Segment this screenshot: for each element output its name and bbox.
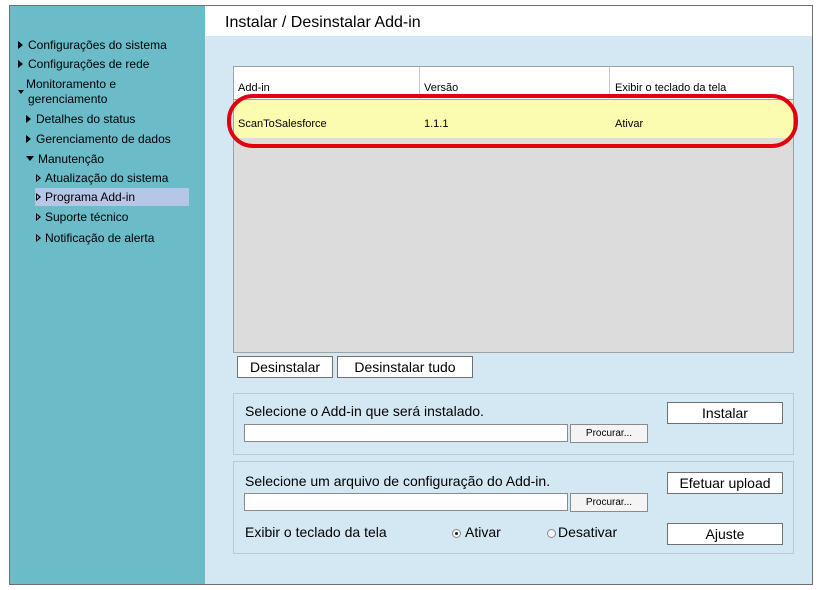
- install-file-field[interactable]: [244, 424, 568, 442]
- keyboard-on-radio[interactable]: [452, 529, 461, 538]
- column-header-addin: Add-in: [238, 82, 270, 94]
- uninstall-button[interactable]: Desinstalar: [237, 356, 333, 378]
- triangle-right-icon: [18, 60, 23, 68]
- triangle-right-icon: [26, 115, 31, 123]
- title-bar: Instalar / Desinstalar Add-in: [205, 6, 812, 36]
- install-browse-button[interactable]: Procurar...: [570, 424, 648, 443]
- adjust-button[interactable]: Ajuste: [667, 523, 783, 545]
- sidebar-item-label: Atualização do sistema: [45, 171, 169, 185]
- main-content: Instalar / Desinstalar Add-in Add-in Ver…: [205, 6, 812, 584]
- install-panel: Selecione o Add-in que será instalado. P…: [233, 393, 794, 455]
- triangle-right-icon: [26, 135, 31, 143]
- sidebar-item-label: Configurações de rede: [28, 57, 150, 71]
- sidebar-item-maintenance[interactable]: Manutenção: [26, 152, 104, 166]
- sidebar-item-data-management[interactable]: Gerenciamento de dados: [26, 132, 171, 146]
- sidebar-item-label: Configurações do sistema: [28, 38, 167, 52]
- page-title: Instalar / Desinstalar Add-in: [225, 14, 421, 31]
- sidebar-item-label: Notificação de alerta: [45, 231, 155, 245]
- config-panel: Selecione um arquivo de configuração do …: [233, 461, 794, 554]
- sidebar-item-addin-program[interactable]: Programa Add-in: [35, 188, 189, 206]
- sidebar-item-label: gerenciamento: [28, 92, 108, 106]
- column-header-keyboard: Exibir o teclado da tela: [615, 82, 727, 94]
- config-file-field[interactable]: [244, 493, 568, 511]
- keyboard-label: Exibir o teclado da tela: [245, 524, 387, 540]
- keyboard-off-radio[interactable]: [547, 529, 556, 538]
- triangle-outline-icon: [36, 234, 41, 242]
- config-browse-button[interactable]: Procurar...: [570, 493, 648, 512]
- keyboard-on-label[interactable]: Ativar: [465, 524, 501, 540]
- sidebar: Configurações do sistema Configurações d…: [10, 6, 205, 584]
- highlight-ring: [227, 94, 798, 148]
- triangle-outline-icon: [36, 213, 41, 221]
- sidebar-item-alert-notification[interactable]: Notificação de alerta: [36, 231, 154, 245]
- sidebar-item-label: Programa Add-in: [45, 190, 136, 204]
- app-frame: Configurações do sistema Configurações d…: [9, 5, 813, 585]
- triangle-outline-icon: [36, 193, 41, 201]
- sidebar-item-label: Monitoramento e: [26, 77, 117, 91]
- install-button[interactable]: Instalar: [667, 402, 783, 424]
- triangle-down-icon: [18, 90, 24, 94]
- column-header-version: Versão: [424, 82, 459, 94]
- upload-button[interactable]: Efetuar upload: [667, 472, 783, 494]
- triangle-right-icon: [18, 41, 23, 49]
- sidebar-item-system-settings[interactable]: Configurações do sistema: [18, 38, 167, 52]
- sidebar-item-label: Gerenciamento de dados: [36, 132, 171, 146]
- config-prompt: Selecione um arquivo de configuração do …: [245, 473, 551, 489]
- triangle-down-icon: [26, 156, 34, 161]
- sidebar-item-status-details[interactable]: Detalhes do status: [26, 112, 135, 126]
- sidebar-item-network-settings[interactable]: Configurações de rede: [18, 57, 149, 71]
- keyboard-off-label[interactable]: Desativar: [558, 524, 617, 540]
- sidebar-item-monitoring-line2[interactable]: gerenciamento: [28, 92, 107, 106]
- uninstall-all-button[interactable]: Desinstalar tudo: [337, 356, 473, 378]
- addin-table: Add-in Versão Exibir o teclado da tela S…: [227, 66, 798, 353]
- triangle-outline-icon: [36, 174, 41, 182]
- install-prompt: Selecione o Add-in que será instalado.: [245, 403, 484, 419]
- sidebar-item-label: Detalhes do status: [36, 112, 136, 126]
- sidebar-item-label: Suporte técnico: [45, 210, 129, 224]
- sidebar-item-tech-support[interactable]: Suporte técnico: [36, 210, 128, 224]
- sidebar-item-system-update[interactable]: Atualização do sistema: [36, 171, 168, 185]
- sidebar-item-label: Manutenção: [38, 152, 105, 166]
